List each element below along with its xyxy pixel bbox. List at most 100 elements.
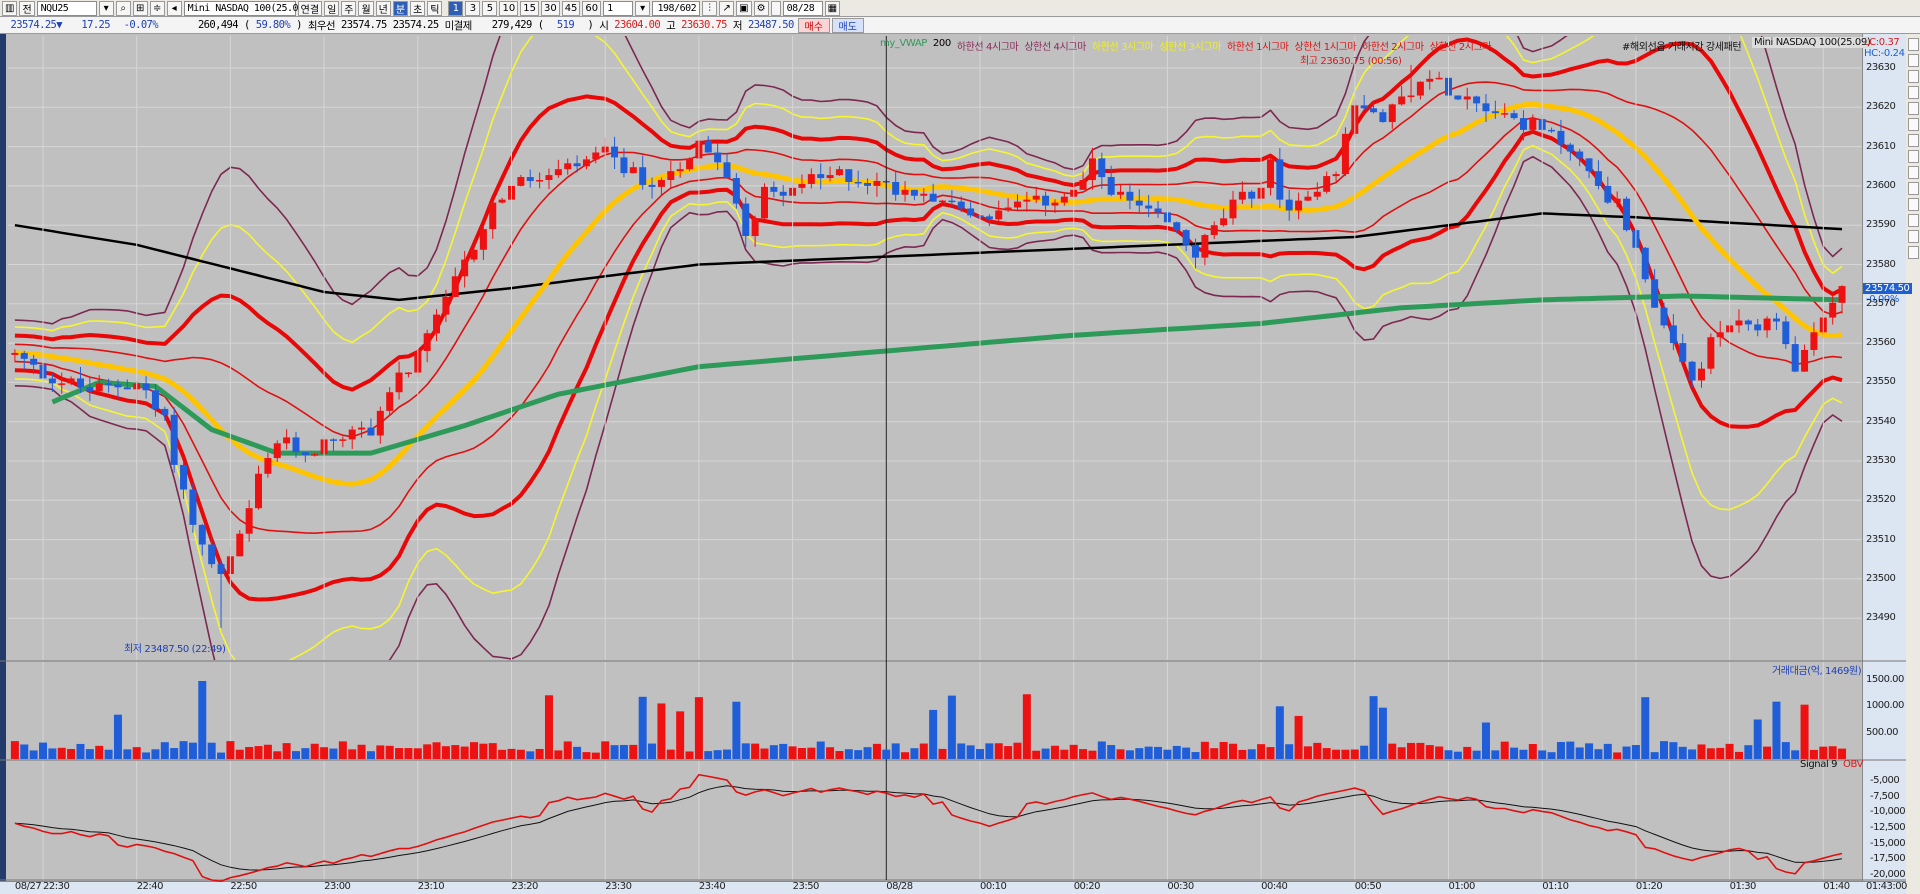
legend-band[interactable]: 상한선 2시그마 (1430, 38, 1492, 53)
candle-body (1716, 332, 1724, 338)
volume-bar (1781, 742, 1790, 759)
candle-body (217, 564, 225, 574)
legend-band[interactable]: 하한선 2시그마 (1362, 38, 1424, 53)
volume-bar (760, 748, 769, 759)
candle-body (1435, 77, 1443, 80)
candle-body (1098, 158, 1106, 178)
lc-value: LC:0.37 (1864, 37, 1900, 48)
candle-body (67, 378, 75, 384)
volume-bar (376, 745, 385, 759)
legend-band[interactable]: 하한선 4시그마 (957, 38, 1019, 53)
volume-bar (713, 750, 722, 759)
legend-pattern[interactable]: #해외선옵 거래시간 강세패턴 (1622, 38, 1742, 53)
obv-tick-label: -5,000 (1870, 775, 1900, 786)
volume-bar (535, 748, 544, 759)
candle-body (751, 218, 759, 237)
time-tick-label: 00:10 (980, 881, 1007, 892)
candle-body (376, 410, 384, 436)
volume-bar (1519, 749, 1528, 759)
volume-bar (1163, 749, 1172, 759)
candle-body (1248, 191, 1256, 199)
volume-bar (966, 745, 975, 759)
candle-body (95, 383, 103, 392)
time-tick-label: 01:30 (1729, 881, 1757, 892)
volume-bar (872, 743, 881, 759)
candle-body (433, 314, 441, 334)
candle-body (1623, 198, 1631, 231)
candle-body (151, 390, 159, 409)
legend-band[interactable]: 상한선 4시그마 (1024, 38, 1086, 53)
candle-body (170, 414, 178, 465)
session-low-annotation: 최저 23487.50 (22:49) (124, 644, 226, 655)
volume-bar (1041, 748, 1050, 759)
volume-bar (432, 742, 441, 759)
candle-body (1032, 195, 1040, 200)
volume-bar (1819, 746, 1828, 759)
indicator-legend: my_VWAP 200 하한선 4시그마 상한선 4시그마 하한선 3시그마 상한선 … (880, 38, 1492, 53)
candle-body (1407, 95, 1415, 98)
candle-body (1388, 104, 1396, 123)
candle-body (161, 408, 169, 415)
volume-bar (404, 748, 413, 759)
volume-bar (320, 747, 329, 759)
candle-body (1529, 119, 1537, 130)
volume-tick-label: 500.00 (1866, 726, 1899, 738)
volume-bar (1734, 751, 1743, 759)
volume-bar (1594, 749, 1603, 759)
legend-band[interactable]: 상한선 1시그마 (1295, 38, 1357, 53)
legend-instrument[interactable]: Mini NASDAQ 100(25.09) (1752, 37, 1873, 48)
candle-body (1042, 195, 1050, 206)
volume-bar (573, 746, 582, 759)
volume-bar (1294, 715, 1303, 759)
time-tick-label: 01:10 (1542, 881, 1569, 892)
volume-bar (1838, 748, 1847, 759)
volume-bar (1125, 750, 1134, 759)
candle-body (1754, 324, 1762, 331)
candle-body (536, 180, 544, 182)
candle-body (1370, 108, 1378, 113)
volume-bar (1182, 747, 1191, 759)
candle-body (835, 169, 843, 176)
volume-bar (366, 751, 375, 759)
candle-body (1548, 129, 1556, 132)
candle-body (1473, 96, 1481, 104)
volume-bar (1238, 749, 1247, 759)
volume-bar (357, 744, 366, 759)
candle-body (339, 439, 347, 441)
candle-body (939, 200, 947, 203)
candle-body (348, 429, 356, 440)
volume-bar (1463, 746, 1472, 759)
legend-vwap[interactable]: my_VWAP (880, 38, 927, 53)
volume-bar (198, 681, 207, 759)
candle-body (123, 387, 131, 390)
price-tick-label: 23580 (1866, 258, 1896, 270)
volume-bar (1556, 742, 1565, 759)
candle-body (105, 383, 113, 385)
candle-body (667, 171, 675, 181)
volume-bar (254, 746, 263, 759)
legend-ma200[interactable]: 200 (933, 38, 951, 53)
legend-band[interactable]: 하한선 1시그마 (1227, 38, 1289, 53)
price-tick-label: 23600 (1866, 179, 1896, 191)
candle-body (1379, 112, 1387, 123)
candle-body (545, 175, 553, 181)
legend-band[interactable]: 하한선 3시그마 (1092, 38, 1154, 53)
volume-bar (188, 742, 197, 759)
obv-tick-label: -15,000 (1870, 837, 1906, 849)
volume-bar (610, 745, 619, 759)
volume-bar (1069, 744, 1078, 759)
candle-body (1060, 196, 1068, 203)
candle-body (620, 157, 628, 174)
candle-body (1079, 180, 1087, 190)
volume-bar (1191, 752, 1200, 759)
candle-body (554, 169, 562, 176)
volume-bar (1200, 741, 1209, 759)
main-plot (8, 36, 1862, 660)
volume-bar (1688, 749, 1697, 759)
legend-band[interactable]: 상한선 3시그마 (1159, 38, 1221, 53)
volume-bar (132, 747, 141, 759)
time-tick-label: 23:00 (324, 881, 351, 892)
candle-body (470, 249, 478, 260)
volume-bar (1472, 750, 1481, 759)
candle-body (1801, 349, 1809, 372)
